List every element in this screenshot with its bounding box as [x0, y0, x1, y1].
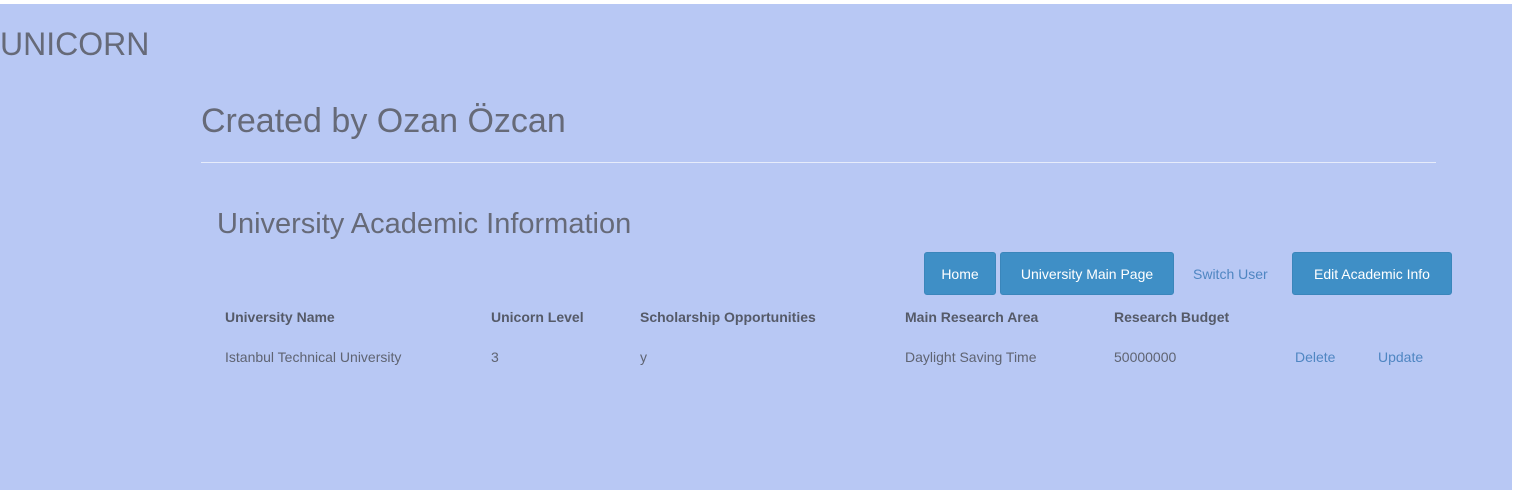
column-header-research-budget: Research Budget: [1114, 309, 1230, 325]
page-background: UNICORN Created by Ozan Özcan University…: [0, 4, 1512, 490]
delete-link[interactable]: Delete: [1295, 349, 1335, 365]
cell-scholarship: y: [640, 349, 647, 365]
cell-research-budget: 50000000: [1114, 349, 1177, 365]
brand-logo[interactable]: UNICORN: [0, 26, 149, 63]
cell-unicorn-level: 3: [491, 349, 499, 365]
section-title: University Academic Information: [217, 208, 632, 240]
column-header-university-name: University Name: [225, 309, 335, 325]
column-header-unicorn-level: Unicorn Level: [491, 309, 584, 325]
home-button[interactable]: Home: [924, 252, 996, 295]
cell-university-name: Istanbul Technical University: [225, 349, 402, 365]
divider: [201, 162, 1436, 163]
update-link[interactable]: Update: [1378, 349, 1423, 365]
cell-research-area: Daylight Saving Time: [905, 349, 1037, 365]
page-title: Created by Ozan Özcan: [201, 102, 566, 140]
column-header-scholarship: Scholarship Opportunities: [640, 309, 816, 325]
column-header-research-area: Main Research Area: [905, 309, 1039, 325]
switch-user-link[interactable]: Switch User: [1193, 266, 1268, 282]
university-main-page-button[interactable]: University Main Page: [1000, 252, 1174, 295]
edit-academic-info-button[interactable]: Edit Academic Info: [1292, 252, 1452, 295]
